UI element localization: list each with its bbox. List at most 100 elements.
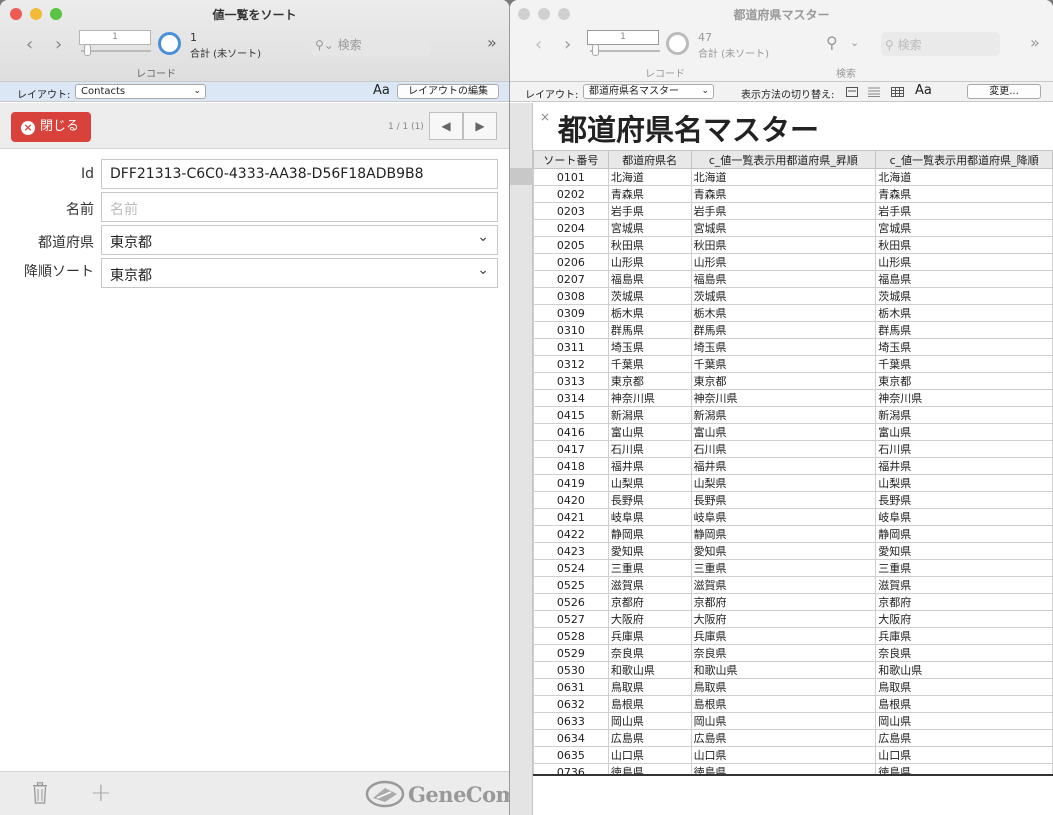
plus-icon[interactable]: + [90, 778, 112, 808]
table-cell[interactable]: 山口県 [607, 746, 692, 764]
table-row[interactable]: 0419 山梨県 山梨県 山梨県 [533, 474, 1053, 492]
column-header[interactable]: ソート番号 [533, 150, 609, 169]
table-cell[interactable]: 北海道 [690, 168, 877, 186]
table-cell[interactable]: 0207 [533, 270, 609, 288]
table-row[interactable]: 0421 岐阜県 岐阜県 岐阜県 [533, 508, 1053, 526]
table-cell[interactable]: 奈良県 [690, 644, 877, 662]
table-cell[interactable]: 新潟県 [875, 406, 1053, 424]
table-cell[interactable]: 茨城県 [607, 287, 692, 305]
table-row[interactable]: 0418 福井県 福井県 福井県 [533, 457, 1053, 475]
table-cell[interactable]: 青森県 [607, 185, 692, 203]
table-row[interactable]: 0309 栃木県 栃木県 栃木県 [533, 304, 1053, 322]
table-cell[interactable]: 0420 [533, 491, 609, 509]
table-cell[interactable]: 0528 [533, 627, 609, 645]
table-cell[interactable]: 滋賀県 [690, 576, 877, 594]
record-number-field[interactable]: 1 [79, 30, 151, 45]
forward-icon[interactable]: › [564, 34, 571, 55]
table-cell[interactable]: 長野県 [875, 491, 1053, 509]
close-icon[interactable]: × [540, 110, 550, 124]
table-cell[interactable]: 富山県 [690, 423, 877, 441]
table-cell[interactable]: 新潟県 [607, 406, 692, 424]
table-cell[interactable]: 広島県 [875, 729, 1053, 747]
table-row[interactable]: 0308 茨城県 茨城県 茨城県 [533, 287, 1053, 305]
table-cell[interactable]: 岩手県 [690, 202, 877, 220]
table-row[interactable]: 0202 青森県 青森県 青森県 [533, 185, 1053, 203]
table-cell[interactable]: 東京都 [875, 372, 1053, 390]
table-cell[interactable]: 宮城県 [875, 219, 1053, 237]
layout-select[interactable]: 都道府県名マスター ⌄ [583, 84, 714, 99]
table-cell[interactable]: 茨城県 [690, 287, 877, 305]
table-cell[interactable]: 群馬県 [875, 321, 1053, 339]
table-cell[interactable]: 長野県 [607, 491, 692, 509]
table-cell[interactable]: 岡山県 [875, 712, 1053, 730]
table-row[interactable]: 0525 滋賀県 滋賀県 滋賀県 [533, 576, 1053, 594]
table-row[interactable]: 0417 石川県 石川県 石川県 [533, 440, 1053, 458]
name-field[interactable]: 名前 [101, 192, 498, 222]
table-cell[interactable]: 島根県 [875, 695, 1053, 713]
table-row[interactable]: 0206 山形県 山形県 山形県 [533, 253, 1053, 271]
back-icon[interactable]: ‹ [535, 34, 542, 55]
table-row[interactable]: 0526 京都府 京都府 京都府 [533, 593, 1053, 611]
edit-layout-button[interactable]: レイアウトの編集 [397, 84, 499, 99]
table-cell[interactable]: 0526 [533, 593, 609, 611]
table-row[interactable]: 0310 群馬県 群馬県 群馬県 [533, 321, 1053, 339]
table-cell[interactable]: 岐阜県 [875, 508, 1053, 526]
table-cell[interactable]: 和歌山県 [875, 661, 1053, 679]
table-cell[interactable]: 東京都 [607, 372, 692, 390]
table-cell[interactable]: 0632 [533, 695, 609, 713]
table-cell[interactable]: 愛知県 [607, 542, 692, 560]
table-cell[interactable]: 石川県 [875, 440, 1053, 458]
table-cell[interactable]: 岡山県 [690, 712, 877, 730]
table-row[interactable]: 0422 静岡県 静岡県 静岡県 [533, 525, 1053, 543]
table-row[interactable]: 0529 奈良県 奈良県 奈良県 [533, 644, 1053, 662]
search-icon[interactable]: ⚲ [826, 33, 838, 52]
table-cell[interactable]: 0423 [533, 542, 609, 560]
table-cell[interactable]: 秋田県 [690, 236, 877, 254]
table-cell[interactable]: 山梨県 [607, 474, 692, 492]
table-cell[interactable]: 石川県 [607, 440, 692, 458]
table-cell[interactable]: 山形県 [690, 253, 877, 271]
table-row[interactable]: 0527 大阪府 大阪府 大阪府 [533, 610, 1053, 628]
column-header[interactable]: 都道府県名 [607, 150, 692, 169]
table-cell[interactable]: 0419 [533, 474, 609, 492]
table-row[interactable]: 0203 岩手県 岩手県 岩手県 [533, 202, 1053, 220]
table-cell[interactable]: 0101 [533, 168, 609, 186]
table-cell[interactable]: 三重県 [690, 559, 877, 577]
table-cell[interactable]: 神奈川県 [607, 389, 692, 407]
form-view-icon[interactable] [846, 87, 858, 97]
table-cell[interactable]: 福井県 [607, 457, 692, 475]
table-cell[interactable]: 愛知県 [690, 542, 877, 560]
table-cell[interactable]: 岐阜県 [607, 508, 692, 526]
table-cell[interactable]: 0421 [533, 508, 609, 526]
table-cell[interactable]: 奈良県 [875, 644, 1053, 662]
table-cell[interactable]: 滋賀県 [607, 576, 692, 594]
column-header[interactable]: c_値一覧表示用都道府県_昇順 [690, 150, 877, 169]
table-cell[interactable]: 青森県 [875, 185, 1053, 203]
id-field[interactable]: DFF21313-C6C0-4333-AA38-D56F18ADB9B8 [101, 159, 498, 189]
table-cell[interactable]: 埼玉県 [690, 338, 877, 356]
table-cell[interactable]: 0529 [533, 644, 609, 662]
table-cell[interactable]: 0631 [533, 678, 609, 696]
table-row[interactable]: 0530 和歌山県 和歌山県 和歌山県 [533, 661, 1053, 679]
table-cell[interactable]: 東京都 [690, 372, 877, 390]
table-cell[interactable]: 京都府 [690, 593, 877, 611]
table-cell[interactable]: 福島県 [607, 270, 692, 288]
table-cell[interactable]: 0634 [533, 729, 609, 747]
table-cell[interactable]: 0418 [533, 457, 609, 475]
table-cell[interactable]: 青森県 [690, 185, 877, 203]
table-cell[interactable]: 岡山県 [607, 712, 692, 730]
table-row[interactable]: 0631 鳥取県 鳥取県 鳥取県 [533, 678, 1053, 696]
table-cell[interactable]: 山口県 [875, 746, 1053, 764]
table-cell[interactable]: 宮城県 [607, 219, 692, 237]
table-cell[interactable]: 大阪府 [607, 610, 692, 628]
table-row[interactable]: 0312 千葉県 千葉県 千葉県 [533, 355, 1053, 373]
table-cell[interactable]: 静岡県 [607, 525, 692, 543]
desc-sort-select[interactable]: 東京都 ⌄ [101, 258, 498, 288]
table-row[interactable]: 0420 長野県 長野県 長野県 [533, 491, 1053, 509]
table-cell[interactable]: 静岡県 [690, 525, 877, 543]
table-row[interactable]: 0313 東京都 東京都 東京都 [533, 372, 1053, 390]
table-cell[interactable]: 0417 [533, 440, 609, 458]
change-button[interactable]: 変更... [967, 84, 1041, 99]
table-cell[interactable]: 0311 [533, 338, 609, 356]
table-cell[interactable]: 福島県 [875, 270, 1053, 288]
